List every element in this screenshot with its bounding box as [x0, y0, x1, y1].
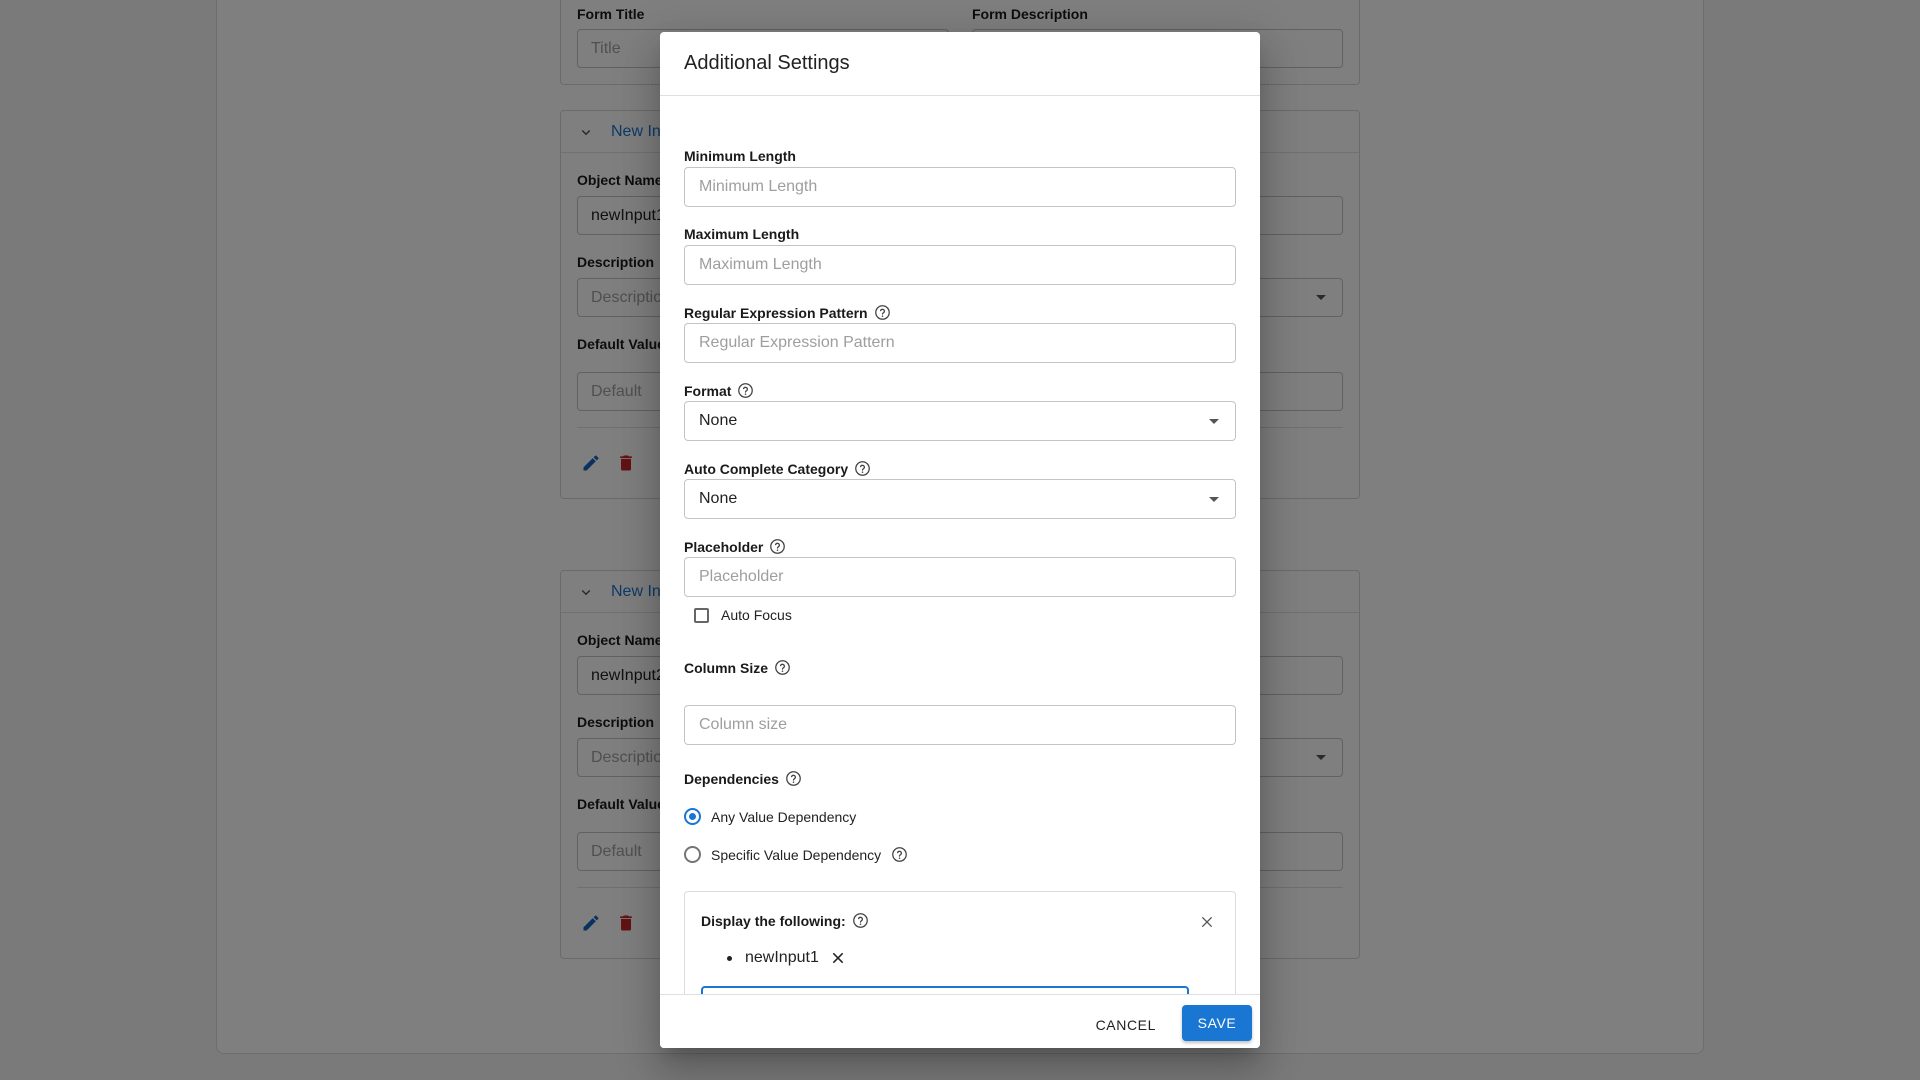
help-icon[interactable]	[852, 912, 869, 929]
dialog-content[interactable]: Minimum Length Maximum Length Regular Ex…	[660, 96, 1260, 1027]
auto-complete-label-text: Auto Complete Category	[684, 460, 849, 477]
any-value-dependency-label: Any Value Dependency	[711, 808, 857, 825]
close-icon[interactable]	[1199, 914, 1215, 930]
help-icon[interactable]	[891, 846, 908, 863]
additional-settings-dialog: Additional Settings Minimum Length Maxim…	[660, 32, 1260, 1048]
max-length-input[interactable]	[684, 245, 1236, 285]
format-select[interactable]: None	[684, 401, 1236, 441]
dialog-title: Additional Settings	[684, 52, 850, 74]
help-icon[interactable]	[769, 538, 786, 555]
auto-focus-checkbox[interactable]	[694, 607, 709, 623]
any-value-dependency-option[interactable]: Any Value Dependency	[684, 808, 856, 825]
remove-dependency-icon[interactable]	[831, 951, 845, 965]
specific-value-dependency-radio[interactable]	[684, 846, 701, 863]
min-length-label: Minimum Length	[684, 148, 796, 164]
specific-value-dependency-label: Specific Value Dependency	[711, 846, 882, 863]
help-icon[interactable]	[785, 770, 802, 787]
format-label-text: Format	[684, 382, 732, 399]
display-following-label: Display the following:	[701, 912, 869, 929]
placeholder-label: Placeholder	[684, 538, 786, 555]
dependencies-label: Dependencies	[684, 770, 802, 787]
dropdown-arrow-icon	[1209, 419, 1219, 424]
max-length-label: Maximum Length	[684, 226, 799, 242]
column-size-input[interactable]	[684, 705, 1236, 745]
placeholder-label-text: Placeholder	[684, 538, 764, 555]
help-icon[interactable]	[854, 460, 871, 477]
dialog-actions: CANCEL SAVE	[660, 994, 1260, 1048]
regex-label: Regular Expression Pattern	[684, 304, 891, 321]
dependencies-label-text: Dependencies	[684, 770, 779, 787]
dependency-list-item: newInput1	[727, 949, 845, 967]
column-size-label: Column Size	[684, 659, 791, 676]
auto-complete-select[interactable]: None	[684, 479, 1236, 519]
dependency-item-label: newInput1	[745, 949, 819, 966]
help-icon[interactable]	[774, 659, 791, 676]
column-size-label-text: Column Size	[684, 659, 769, 676]
help-icon[interactable]	[874, 304, 891, 321]
regex-input[interactable]	[684, 323, 1236, 363]
display-following-label-text: Display the following:	[701, 912, 846, 929]
help-icon[interactable]	[737, 382, 754, 399]
any-value-dependency-radio[interactable]	[684, 808, 701, 825]
min-length-input[interactable]	[684, 167, 1236, 207]
format-label: Format	[684, 382, 754, 399]
auto-complete-label: Auto Complete Category	[684, 460, 871, 477]
cancel-button[interactable]: CANCEL	[1084, 1007, 1168, 1043]
auto-focus-row[interactable]: Auto Focus	[694, 607, 792, 623]
regex-label-text: Regular Expression Pattern	[684, 304, 868, 321]
specific-value-dependency-option[interactable]: Specific Value Dependency	[684, 846, 908, 863]
format-select-value: None	[699, 412, 738, 429]
save-button[interactable]: SAVE	[1182, 1005, 1252, 1041]
placeholder-input[interactable]	[684, 557, 1236, 597]
min-length-label-text: Minimum Length	[684, 148, 796, 164]
bullet-icon	[727, 955, 732, 961]
auto-complete-select-value: None	[699, 490, 738, 507]
max-length-label-text: Maximum Length	[684, 226, 800, 242]
auto-focus-label: Auto Focus	[721, 607, 792, 623]
dropdown-arrow-icon	[1209, 497, 1219, 502]
